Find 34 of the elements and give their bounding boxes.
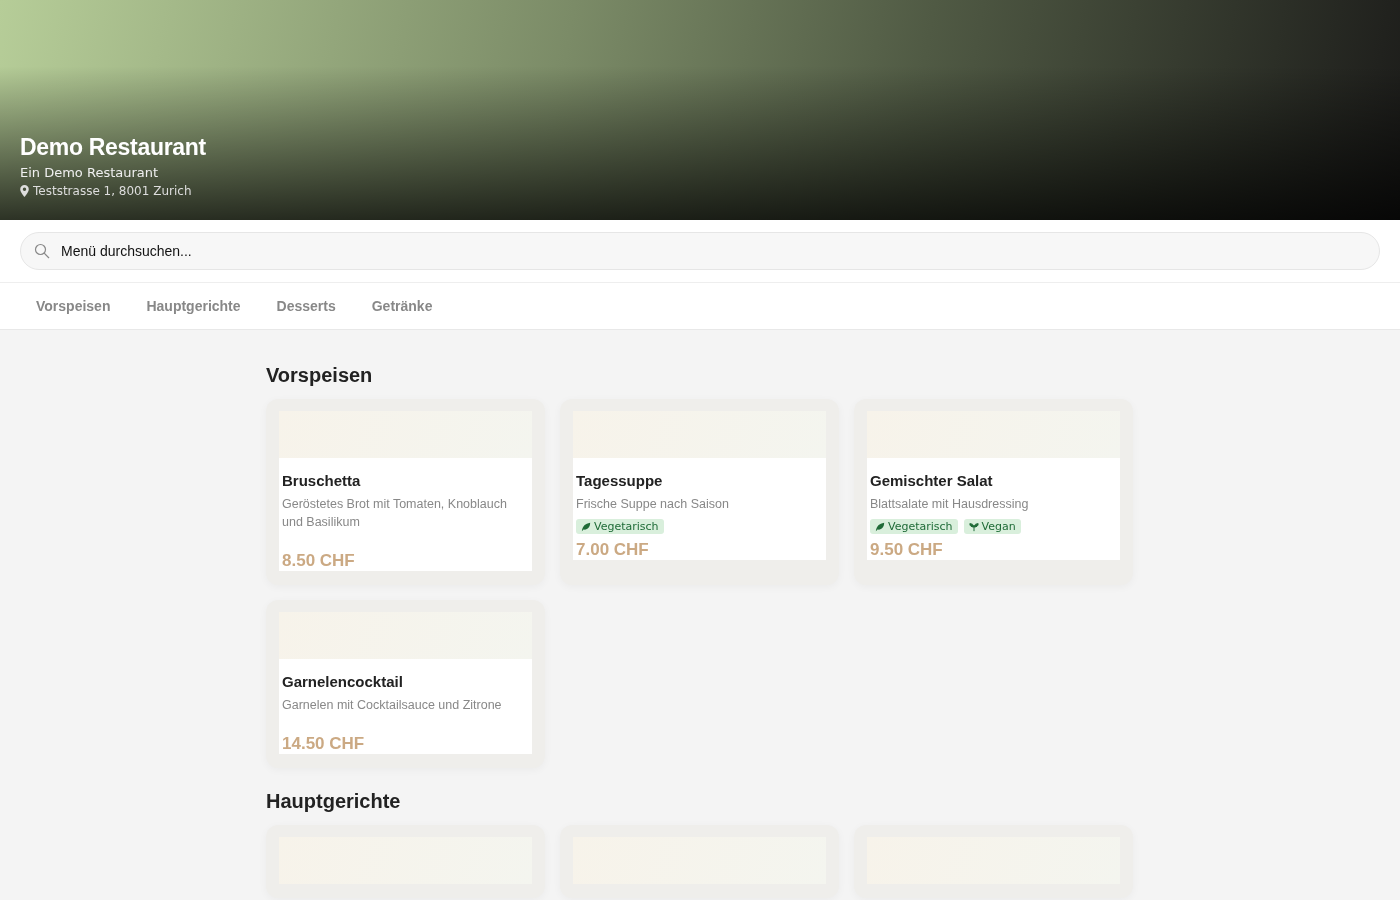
- menu-item-card[interactable]: Bruschetta Geröstetes Brot mit Tomaten, Knoblauch und Basilikum 8.50 CHF: [266, 399, 545, 585]
- sprout-icon: [968, 521, 979, 532]
- dish-name: Gemischter Salat: [870, 472, 994, 489]
- search-field[interactable]: Menü durchsuchen...: [20, 232, 1380, 270]
- category-tab[interactable]: Hauptgerichte: [128, 292, 249, 320]
- category-tab[interactable]: Vorspeisen: [18, 292, 119, 320]
- dish-description: Blattsalate mit Hausdressing: [870, 496, 1030, 513]
- menu-item-card[interactable]: Garnelencocktail Garnelen mit Cocktailsauce und Zitrone 14.50 CHF: [266, 600, 545, 768]
- category-tab[interactable]: Desserts: [258, 292, 344, 320]
- restaurant-name: Demo Restaurant: [20, 134, 206, 161]
- dish-price: 7.00 CHF: [576, 540, 650, 560]
- dish-name: Garnelencocktail: [282, 673, 404, 690]
- dish-price: 8.50 CHF: [282, 551, 356, 571]
- dish-description: Frische Suppe nach Saison: [576, 496, 730, 513]
- category-tab[interactable]: Getränke: [353, 292, 441, 320]
- menu-item-card[interactable]: Tagessuppe Frische Suppe nach Saison Vegetarisch 7.00 CHF: [560, 399, 839, 585]
- search-icon: [34, 243, 50, 259]
- diet-tag: Vegan: [963, 519, 1021, 534]
- dish-description: Garnelen mit Cocktailsauce und Zitrone: [282, 697, 503, 714]
- leaf-icon: [875, 521, 885, 532]
- dish-description: Geröstetes Brot mit Tomaten, Knoblauch und Basilikum: [282, 496, 508, 531]
- restaurant-address: Teststrasse 1, 8001 Zurich: [33, 184, 192, 198]
- dish-name: Tagessuppe: [576, 472, 664, 489]
- leaf-icon: [581, 521, 591, 532]
- menu-item-card[interactable]: Gemischter Salat Blattsalate mit Hausdressing Vegetarisch Vegan 9.50 CHF: [854, 399, 1133, 585]
- diet-tag: Vegetarisch: [870, 519, 958, 534]
- dish-price: 14.50 CHF: [282, 734, 366, 754]
- diet-tag: Vegetarisch: [576, 519, 664, 534]
- section-title: Vorspeisen: [266, 364, 374, 387]
- dish-name: Bruschetta: [282, 472, 362, 489]
- location-pin-icon: [20, 185, 29, 197]
- section-title: Hauptgerichte: [266, 790, 402, 813]
- restaurant-subtitle: Ein Demo Restaurant: [20, 165, 160, 180]
- dish-price: 9.50 CHF: [870, 540, 944, 560]
